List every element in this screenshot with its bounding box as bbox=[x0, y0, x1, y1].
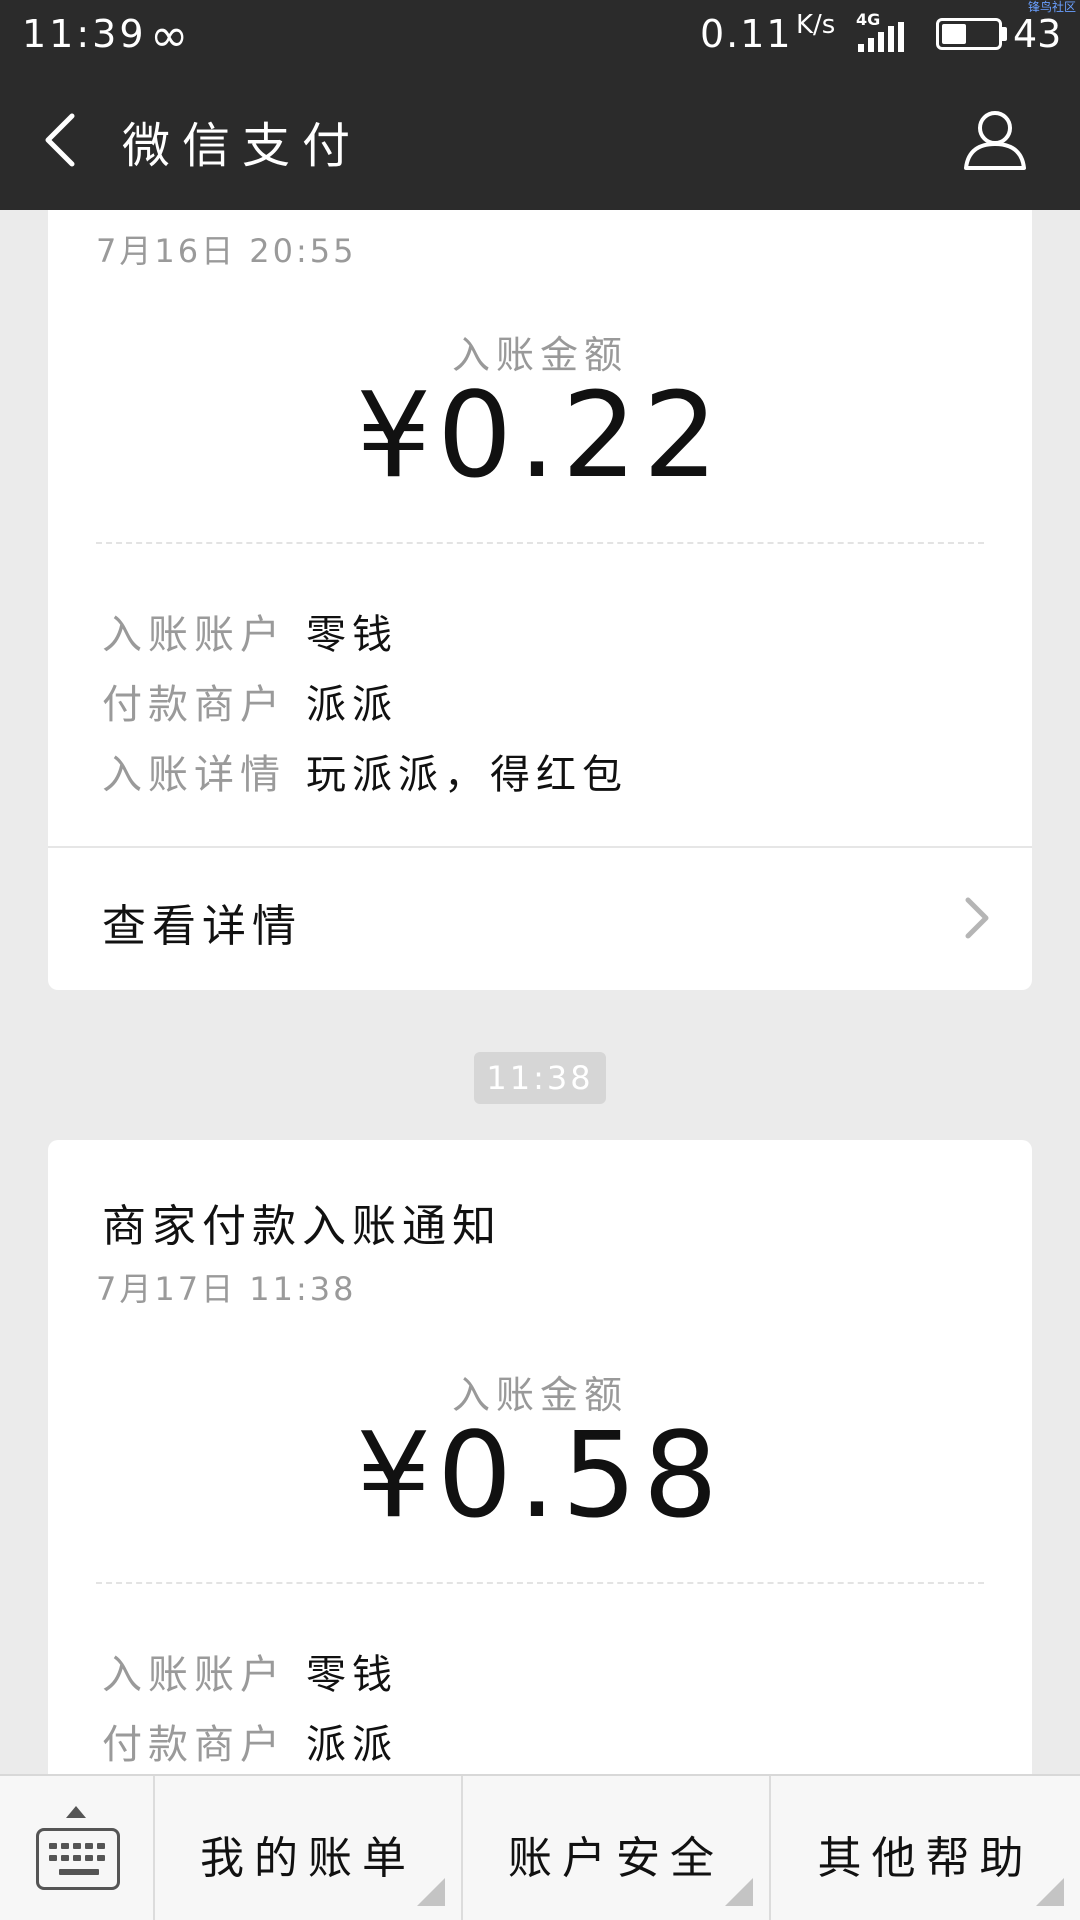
detail-row: 入账账户 零钱 bbox=[102, 1642, 398, 1700]
row-value: 零钱 bbox=[306, 1652, 398, 1698]
card-date: 7月16日 20:55 bbox=[96, 232, 357, 270]
watermark: 锋鸟社区 bbox=[1027, 0, 1076, 14]
network-speed-unit: K/s bbox=[796, 10, 836, 40]
detail-row: 付款商户 派派 bbox=[102, 1712, 398, 1770]
chevron-right-icon bbox=[965, 897, 989, 939]
infinity-icon: ∞ bbox=[150, 8, 189, 62]
status-bar: 11:39 ∞ 0.11 K/s 4G 43 锋鸟社区 bbox=[0, 0, 1080, 70]
dashed-divider bbox=[96, 542, 984, 544]
row-label: 入账账户 bbox=[102, 612, 286, 658]
keyboard-toggle-button[interactable] bbox=[0, 1776, 155, 1920]
menu-label: 其他帮助 bbox=[817, 1833, 1034, 1884]
menu-label: 账户安全 bbox=[508, 1833, 724, 1884]
row-label: 付款商户 bbox=[102, 682, 286, 728]
detail-row: 付款商户 派派 bbox=[102, 672, 398, 730]
battery-level: 43 bbox=[1013, 12, 1062, 56]
message-list[interactable]: 7月16日 20:55 入账金额 ¥0.22 入账账户 零钱 付款商户 派派 入账详… bbox=[0, 210, 1080, 1774]
detail-row: 入账账户 零钱 bbox=[102, 602, 398, 660]
network-speed: 0.11 bbox=[700, 12, 793, 56]
payment-card: 7月16日 20:55 入账金额 ¥0.22 入账账户 零钱 付款商户 派派 入账详… bbox=[48, 210, 1032, 990]
menu-other-help[interactable]: 其他帮助 bbox=[771, 1776, 1080, 1920]
row-label: 付款商户 bbox=[102, 1722, 286, 1768]
page-title: 微信支付 bbox=[122, 118, 363, 174]
keyboard-icon bbox=[36, 1828, 120, 1890]
status-time: 11:39 bbox=[22, 12, 147, 56]
back-arrow-icon[interactable] bbox=[38, 110, 88, 170]
row-label: 入账详情 bbox=[102, 752, 286, 798]
row-value: 派派 bbox=[306, 1722, 398, 1768]
view-details-label: 查看详情 bbox=[102, 901, 302, 952]
caret-up-icon bbox=[66, 1806, 86, 1818]
row-value: 玩派派，得红包 bbox=[306, 752, 628, 798]
detail-row: 入账详情 玩派派，得红包 bbox=[102, 742, 628, 800]
dashed-divider bbox=[96, 1582, 984, 1584]
row-value: 派派 bbox=[306, 682, 398, 728]
submenu-indicator-icon bbox=[417, 1878, 445, 1906]
payment-card: 商家付款入账通知 7月17日 11:38 入账金额 ¥0.58 入账账户 零钱 付… bbox=[48, 1140, 1032, 1774]
nav-bar: 微信支付 bbox=[0, 70, 1080, 210]
submenu-indicator-icon bbox=[725, 1878, 753, 1906]
user-icon[interactable] bbox=[962, 106, 1028, 172]
row-value: 零钱 bbox=[306, 612, 398, 658]
view-details-link[interactable]: 查看详情 bbox=[48, 846, 1032, 990]
menu-my-bills[interactable]: 我的账单 bbox=[155, 1776, 463, 1920]
signal-icon bbox=[858, 22, 904, 52]
battery-tip bbox=[1002, 27, 1007, 41]
amount-value: ¥0.58 bbox=[356, 1406, 724, 1544]
amount-value: ¥0.22 bbox=[356, 366, 724, 504]
bottom-menu-bar: 我的账单 账户安全 其他帮助 bbox=[0, 1774, 1080, 1920]
card-title: 商家付款入账通知 bbox=[102, 1201, 502, 1252]
timestamp-badge: 11:38 bbox=[474, 1052, 606, 1104]
card-date: 7月17日 11:38 bbox=[96, 1270, 357, 1308]
submenu-indicator-icon bbox=[1036, 1878, 1064, 1906]
menu-label: 我的账单 bbox=[200, 1833, 416, 1884]
battery-icon bbox=[936, 18, 1002, 50]
menu-account-security[interactable]: 账户安全 bbox=[463, 1776, 771, 1920]
row-label: 入账账户 bbox=[102, 1652, 286, 1698]
